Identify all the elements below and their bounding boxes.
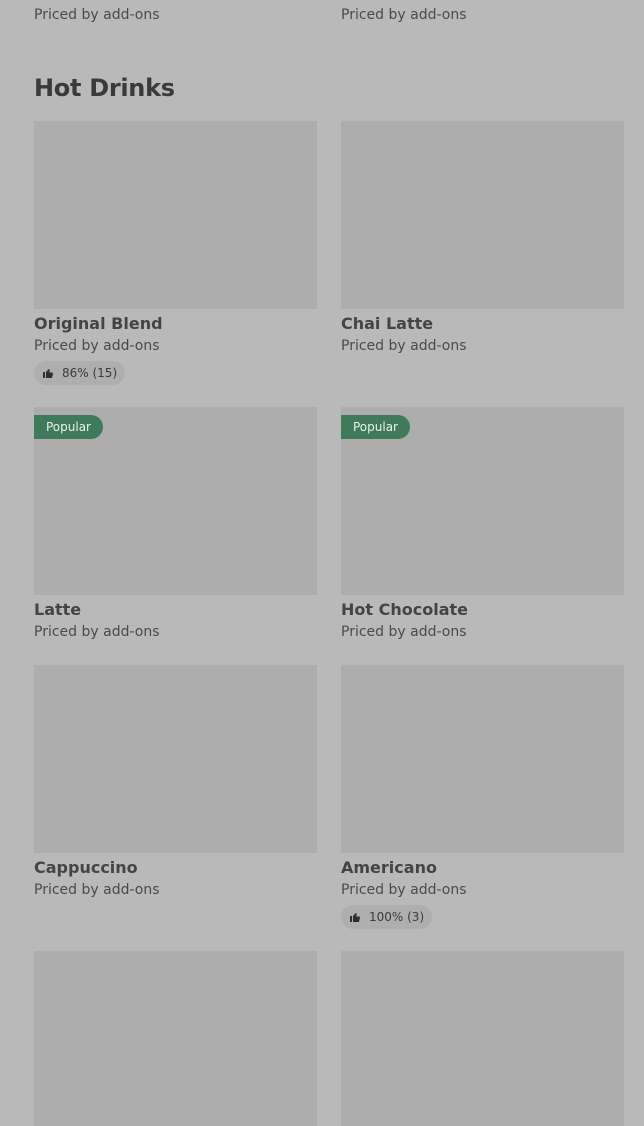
menu-item-card[interactable] — [341, 951, 624, 1126]
menu-item-card[interactable]: Popular Hot Chocolate Priced by add-ons — [341, 407, 624, 641]
item-price-note: Priced by add-ons — [341, 882, 467, 898]
item-price-note: Priced by add-ons — [34, 882, 160, 898]
previous-item-subtitle-left: Priced by add-ons — [34, 7, 160, 23]
item-price-note: Priced by add-ons — [34, 624, 160, 640]
thumbs-up-icon — [350, 913, 360, 922]
popular-badge: Popular — [341, 415, 410, 439]
rating-pill: 100% (3) — [341, 905, 433, 929]
rating-text: 86% (15) — [62, 366, 118, 380]
menu-item-card[interactable]: Original Blend Priced by add-ons 86% (15… — [34, 121, 317, 385]
item-image[interactable] — [34, 665, 317, 853]
section-title: Hot Drinks — [34, 74, 175, 102]
menu-item-card[interactable]: Popular Latte Priced by add-ons — [34, 407, 317, 641]
menu-item-card[interactable] — [34, 951, 317, 1126]
menu-item-card[interactable]: Chai Latte Priced by add-ons — [341, 121, 624, 355]
item-name: Hot Chocolate — [341, 600, 468, 619]
item-image[interactable] — [341, 665, 624, 853]
item-price-note: Priced by add-ons — [341, 338, 467, 354]
item-name: Americano — [341, 858, 437, 877]
item-image[interactable] — [34, 951, 317, 1126]
thumbs-up-icon — [43, 369, 53, 378]
rating-pill: 86% (15) — [34, 361, 126, 385]
item-name: Original Blend — [34, 314, 163, 333]
item-image[interactable] — [341, 121, 624, 309]
menu-item-card[interactable]: Cappuccino Priced by add-ons — [34, 665, 317, 899]
item-name: Chai Latte — [341, 314, 434, 333]
popular-badge: Popular — [34, 415, 103, 439]
item-image[interactable] — [341, 951, 624, 1126]
item-image[interactable]: Popular — [34, 407, 317, 595]
item-name: Cappuccino — [34, 858, 138, 877]
item-image[interactable] — [34, 121, 317, 309]
rating-text: 100% (3) — [369, 910, 425, 924]
item-name: Latte — [34, 600, 82, 619]
menu-page: Priced by add-ons Priced by add-ons Hot … — [0, 0, 644, 1126]
item-price-note: Priced by add-ons — [341, 624, 467, 640]
menu-item-card[interactable]: Americano Priced by add-ons 100% (3) — [341, 665, 624, 929]
item-image[interactable]: Popular — [341, 407, 624, 595]
item-price-note: Priced by add-ons — [34, 338, 160, 354]
previous-item-subtitle-right: Priced by add-ons — [341, 7, 467, 23]
